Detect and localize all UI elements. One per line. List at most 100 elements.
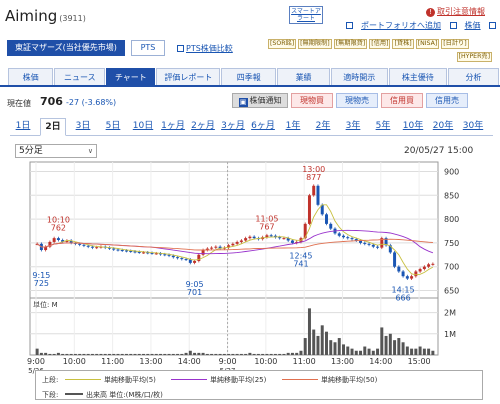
- cash-buy-button[interactable]: 現物買: [291, 93, 333, 108]
- volume-bar: [82, 353, 86, 355]
- badge: [貸株]: [392, 39, 414, 49]
- volume-bar: [103, 353, 107, 355]
- volume-tick-label: 1M: [444, 330, 456, 339]
- candle: [56, 238, 60, 241]
- period-tab[interactable]: 1ヶ月: [160, 118, 186, 135]
- price-chart[interactable]: 900 850 800 750 700 650 2M 1M 単位: M 9:00 10:00 11:0…: [10, 140, 490, 402]
- volume-unit-label: 単位: M: [33, 300, 58, 309]
- legend-ma5: 単純移動平均(5): [62, 375, 156, 385]
- tab-item[interactable]: 株価: [8, 68, 54, 85]
- tab-item[interactable]: チャート: [106, 68, 156, 85]
- volume-tick-label: 2M: [444, 309, 456, 318]
- period-tab[interactable]: 6ヶ月: [250, 118, 276, 135]
- candle: [120, 250, 124, 252]
- period-tab[interactable]: 1日: [10, 118, 36, 135]
- candle: [171, 255, 175, 258]
- candle: [184, 259, 188, 261]
- candle: [248, 236, 252, 239]
- period-tab[interactable]: 20年: [430, 118, 456, 135]
- candle: [329, 223, 333, 229]
- candle: [129, 250, 133, 252]
- volume-bar: [137, 353, 141, 355]
- legend-row1-label: 上段:: [42, 376, 59, 384]
- cash-sell-button[interactable]: 現物売: [336, 93, 378, 108]
- window-icon: [177, 45, 184, 52]
- volume-bar: [239, 353, 243, 355]
- x-tick-label: 11:00: [293, 357, 316, 366]
- candle: [346, 237, 350, 239]
- volume-bar: [422, 348, 426, 355]
- volume-bar: [142, 353, 145, 355]
- interval-select[interactable]: 5分足 ∨: [15, 144, 97, 158]
- price-link[interactable]: 株価: [449, 21, 481, 30]
- price-notify-button[interactable]: ▣ 株価通知: [232, 93, 288, 108]
- tab-item[interactable]: 分析: [448, 68, 500, 85]
- market-selector[interactable]: 東証マザーズ(当社優先市場): [7, 40, 125, 56]
- volume-bar: [299, 350, 303, 355]
- volume-bar: [184, 352, 188, 355]
- candle: [405, 276, 409, 279]
- volume-bar: [325, 331, 328, 355]
- volume-bar: [35, 348, 39, 355]
- candle: [431, 263, 435, 265]
- margin-buy-button[interactable]: 信用買: [381, 93, 423, 108]
- volume-bar: [129, 353, 133, 355]
- annotation-value: 701: [187, 288, 202, 297]
- candle: [401, 271, 405, 277]
- tab-item[interactable]: 四季報: [221, 68, 277, 85]
- candle: [307, 195, 311, 224]
- tab-item[interactable]: 適時開示: [330, 68, 388, 85]
- volume-bar: [414, 348, 418, 355]
- period-tab[interactable]: 2ヶ月: [190, 118, 216, 135]
- candle: [235, 241, 239, 244]
- period-tab[interactable]: 10年: [400, 118, 426, 135]
- badge: [日計り]: [441, 39, 469, 49]
- candle: [163, 254, 167, 256]
- tab-item[interactable]: 株主優待: [388, 68, 448, 85]
- volume-bar: [90, 353, 94, 355]
- tab-item[interactable]: ニュース: [54, 68, 106, 85]
- x-tick-label: 10:00: [254, 357, 277, 366]
- ma25-line-swatch: [171, 379, 207, 380]
- period-tab[interactable]: 5日: [100, 118, 126, 135]
- annotation-value: 762: [51, 224, 66, 233]
- volume-bar: [307, 308, 311, 355]
- margin-sell-button[interactable]: 信用売: [426, 93, 468, 108]
- period-tab[interactable]: 5年: [370, 118, 396, 135]
- volume-bar: [150, 353, 154, 355]
- tab-item[interactable]: 評価レポート: [156, 68, 221, 85]
- volume-bar: [388, 333, 392, 355]
- window-icon: [449, 22, 457, 29]
- volume-bar: [193, 352, 197, 355]
- volume-bar: [376, 348, 380, 355]
- volume-bar: [69, 353, 73, 355]
- volume-bar: [256, 353, 260, 355]
- legend-row2-label: 下段:: [42, 391, 59, 399]
- period-tab[interactable]: 2日: [40, 118, 66, 136]
- all-board-link[interactable]: 全板: [489, 21, 500, 30]
- period-tab[interactable]: 3日: [70, 118, 96, 135]
- pts-button[interactable]: PTS: [131, 40, 165, 56]
- period-tab[interactable]: 10日: [130, 118, 156, 135]
- period-tab[interactable]: 2年: [310, 118, 336, 135]
- period-tab[interactable]: 1年: [280, 118, 306, 135]
- period-tab[interactable]: 3ヶ月: [220, 118, 246, 135]
- volume-bar: [367, 348, 371, 355]
- volume-bar: [320, 325, 324, 355]
- volume-bar: [393, 340, 397, 355]
- badge-row: [SOR銘] [無期限制] [無期限貸] [信用] [貸株] [NISA] [日計り]: [268, 39, 498, 49]
- period-tab[interactable]: 30年: [460, 118, 486, 135]
- volume-bar: [167, 353, 171, 355]
- candle: [393, 252, 397, 267]
- attention-link[interactable]: ! 取引注意情報: [426, 6, 485, 17]
- candle: [112, 248, 116, 250]
- legend-ma25: 単純移動平均(25): [168, 375, 266, 385]
- pts-compare-link[interactable]: PTS株価比較: [177, 43, 233, 54]
- period-tab[interactable]: 3年: [340, 118, 366, 135]
- tab-item[interactable]: 業績: [277, 68, 330, 85]
- smart-alert-button[interactable]: スマートアラート: [289, 6, 323, 24]
- price-label: 現在値: [7, 99, 31, 108]
- volume-bar: [61, 353, 65, 355]
- volume-bar: [405, 346, 409, 355]
- add-portfolio-link[interactable]: ポートフォリオへ追加: [346, 21, 441, 30]
